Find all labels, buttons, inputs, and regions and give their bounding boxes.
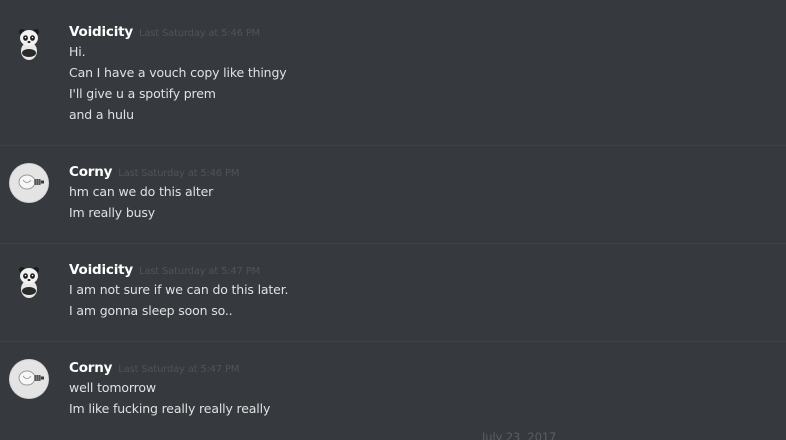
username[interactable]: Corny — [69, 360, 112, 376]
message-divider — [0, 243, 786, 244]
message-text: and a hulu — [69, 107, 134, 122]
message-header: Voidicity Last Saturday at 5:46 PM — [69, 24, 260, 40]
username[interactable]: Voidicity — [69, 24, 133, 40]
timestamp: Last Saturday at 5:47 PM — [118, 364, 240, 375]
panda-avatar[interactable] — [9, 259, 49, 299]
message-text: Can I have a vouch copy like thingy — [69, 65, 287, 80]
lightbulb-avatar[interactable] — [9, 359, 49, 399]
message-header: Voidicity Last Saturday at 5:47 PM — [69, 262, 260, 278]
username[interactable]: Corny — [69, 164, 112, 180]
message-text: I'll give u a spotify prem — [69, 86, 216, 101]
message-text: Hi. — [69, 44, 86, 59]
message-header: Corny Last Saturday at 5:47 PM — [69, 360, 239, 376]
message-text: I am gonna sleep soon so.. — [69, 303, 233, 318]
chat-messages: Voidicity Last Saturday at 5:46 PM Hi. C… — [0, 0, 786, 440]
date-separator: July 23, 2017 — [482, 430, 557, 440]
message-text: Im like fucking really really really — [69, 401, 271, 416]
panda-avatar[interactable] — [9, 21, 49, 61]
message-divider — [0, 145, 786, 146]
message-text: I am not sure if we can do this later. — [69, 282, 289, 297]
timestamp: Last Saturday at 5:46 PM — [118, 168, 240, 179]
message-divider — [0, 341, 786, 342]
message-header: Corny Last Saturday at 5:46 PM — [69, 164, 239, 180]
timestamp: Last Saturday at 5:47 PM — [139, 266, 260, 277]
message-text: Im really busy — [69, 205, 156, 220]
lightbulb-avatar[interactable] — [9, 163, 49, 203]
message-text: hm can we do this alter — [69, 184, 214, 199]
username[interactable]: Voidicity — [69, 262, 133, 278]
timestamp: Last Saturday at 5:46 PM — [139, 28, 260, 39]
message-text: well tomorrow — [69, 380, 156, 395]
